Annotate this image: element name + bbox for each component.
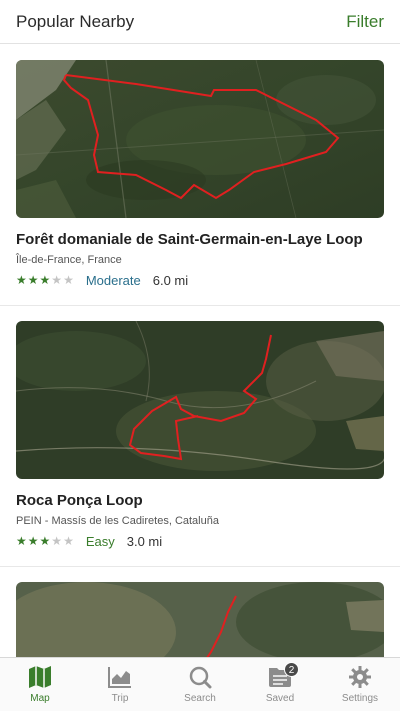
distance-label: 6.0 mi <box>152 272 189 288</box>
star-icon: ★ <box>39 534 51 548</box>
difficulty-label: Easy <box>85 533 115 549</box>
tab-label: Search <box>184 693 216 704</box>
difficulty-label: Moderate <box>85 272 141 288</box>
distance-label: 3.0 mi <box>126 533 163 549</box>
tab-label: Map <box>30 693 50 704</box>
trail-map-thumbnail[interactable] <box>16 582 384 657</box>
star-rating: ★ ★ ★ ★ ★ <box>16 274 74 286</box>
star-icon: ★ <box>63 534 74 548</box>
star-icon: ★ <box>51 273 63 287</box>
tab-label: Saved <box>265 693 295 704</box>
trail-card[interactable]: Forêt domaniale de Saint-Germain-en-Laye… <box>0 45 400 305</box>
star-icon: ★ <box>27 273 39 287</box>
star-icon: ★ <box>39 273 51 287</box>
tab-saved[interactable]: 2 Saved <box>240 658 320 711</box>
tab-label: Settings <box>341 693 379 704</box>
star-icon: ★ <box>51 534 63 548</box>
chart-icon <box>108 667 131 688</box>
trail-name: Forêt domaniale de Saint-Germain-en-Laye… <box>16 231 363 248</box>
tab-trip[interactable]: Trip <box>80 658 160 711</box>
trail-map-thumbnail[interactable] <box>16 60 384 218</box>
star-icon: ★ <box>16 273 27 287</box>
trail-meta: ★ ★ ★ ★ ★ Moderate 6.0 mi <box>16 271 384 289</box>
map-icon <box>29 666 51 688</box>
star-icon: ★ <box>16 534 27 548</box>
trail-card[interactable] <box>0 566 400 657</box>
tab-search[interactable]: Search <box>160 658 240 711</box>
star-rating: ★ ★ ★ ★ ★ <box>16 535 74 547</box>
page-title: Popular Nearby <box>16 11 135 31</box>
tab-label: Trip <box>111 693 129 704</box>
top-bar: Popular Nearby Filter <box>0 0 400 44</box>
tab-settings[interactable]: Settings <box>320 658 400 711</box>
search-icon <box>189 666 212 689</box>
saved-count-badge: 2 <box>284 662 299 677</box>
gear-icon <box>349 666 371 688</box>
trail-map-thumbnail[interactable] <box>16 321 384 479</box>
tab-map[interactable]: Map <box>0 658 80 711</box>
trail-list[interactable]: Forêt domaniale de Saint-Germain-en-Laye… <box>0 45 400 657</box>
trail-region: Île-de-France, France <box>16 254 122 266</box>
star-icon: ★ <box>63 273 74 287</box>
trail-name: Roca Ponça Loop <box>16 492 143 509</box>
star-icon: ★ <box>27 534 39 548</box>
trail-card[interactable]: Roca Ponça Loop PEIN - Massís de les Cad… <box>0 305 400 566</box>
bottom-tab-bar: Map Trip Search 2 Saved Settings <box>0 657 400 711</box>
trail-region: PEIN - Massís de les Cadiretes, Cataluña <box>16 515 219 527</box>
filter-button[interactable]: Filter <box>346 12 384 32</box>
trail-meta: ★ ★ ★ ★ ★ Easy 3.0 mi <box>16 532 384 550</box>
